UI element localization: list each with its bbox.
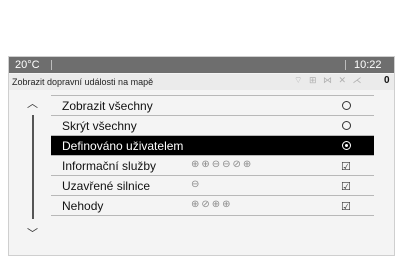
title-bar: Zobrazit dopravní události na mapě ⌔ ⊞ ⋈…: [9, 74, 394, 90]
menu-item-label: Definováno uživatelem: [62, 139, 184, 153]
edit-icon[interactable]: ☑: [341, 160, 351, 173]
menu-item-closed-roads[interactable]: Uzavřené silnice ⊖ ☑: [51, 176, 374, 196]
chevron-up-icon[interactable]: ︿: [27, 95, 38, 111]
menu-item-user-defined[interactable]: Definováno uživatelem: [51, 136, 374, 156]
message-count: 0: [384, 75, 390, 86]
status-icons: ⌔ ⊞ ⋈ ✕ ⋌: [294, 75, 364, 85]
menu-item-label: Skrýt všechny: [62, 119, 137, 133]
menu-item-label: Informační služby: [62, 159, 157, 173]
category-icons: ⊕⊕⊖⊖⊘⊕: [191, 159, 254, 170]
status-bar: 20°C 10:22: [9, 57, 394, 73]
menu-item-hide-all[interactable]: Skrýt všechny: [51, 116, 374, 136]
menu-item-label: Uzavřené silnice: [62, 179, 151, 193]
radio-button-icon[interactable]: [342, 121, 351, 130]
radio-button-icon[interactable]: [342, 101, 351, 110]
scroll-track[interactable]: [32, 115, 34, 219]
menu-item-accidents[interactable]: Nehody ⊕⊘⊕⊕ ☑: [51, 196, 374, 216]
menu-item-info-services[interactable]: Informační služby ⊕⊕⊖⊖⊘⊕ ☑: [51, 156, 374, 176]
edit-icon[interactable]: ☑: [341, 200, 351, 213]
temperature: 20°C: [15, 59, 40, 71]
menu-item-show-all[interactable]: Zobrazit všechny: [51, 95, 374, 116]
option-list: Zobrazit všechny Skrýt všechny Definován…: [51, 95, 374, 216]
scrollbar[interactable]: ︿ ﹀: [23, 95, 43, 253]
menu-item-label: Nehody: [62, 199, 104, 213]
status-divider: [345, 60, 346, 70]
category-icons: ⊕⊘⊕⊕: [191, 199, 233, 210]
category-icons: ⊖: [191, 179, 202, 190]
clock: 10:22: [354, 59, 382, 71]
edit-icon[interactable]: ☑: [341, 180, 351, 193]
infotainment-screen: 20°C 10:22 Zobrazit dopravní události na…: [8, 56, 395, 256]
chevron-down-icon[interactable]: ﹀: [27, 225, 38, 241]
radio-button-icon[interactable]: [342, 141, 351, 150]
menu-item-label: Zobrazit všechny: [62, 99, 153, 113]
page-title: Zobrazit dopravní události na mapě: [12, 77, 154, 87]
status-divider: [51, 60, 52, 70]
